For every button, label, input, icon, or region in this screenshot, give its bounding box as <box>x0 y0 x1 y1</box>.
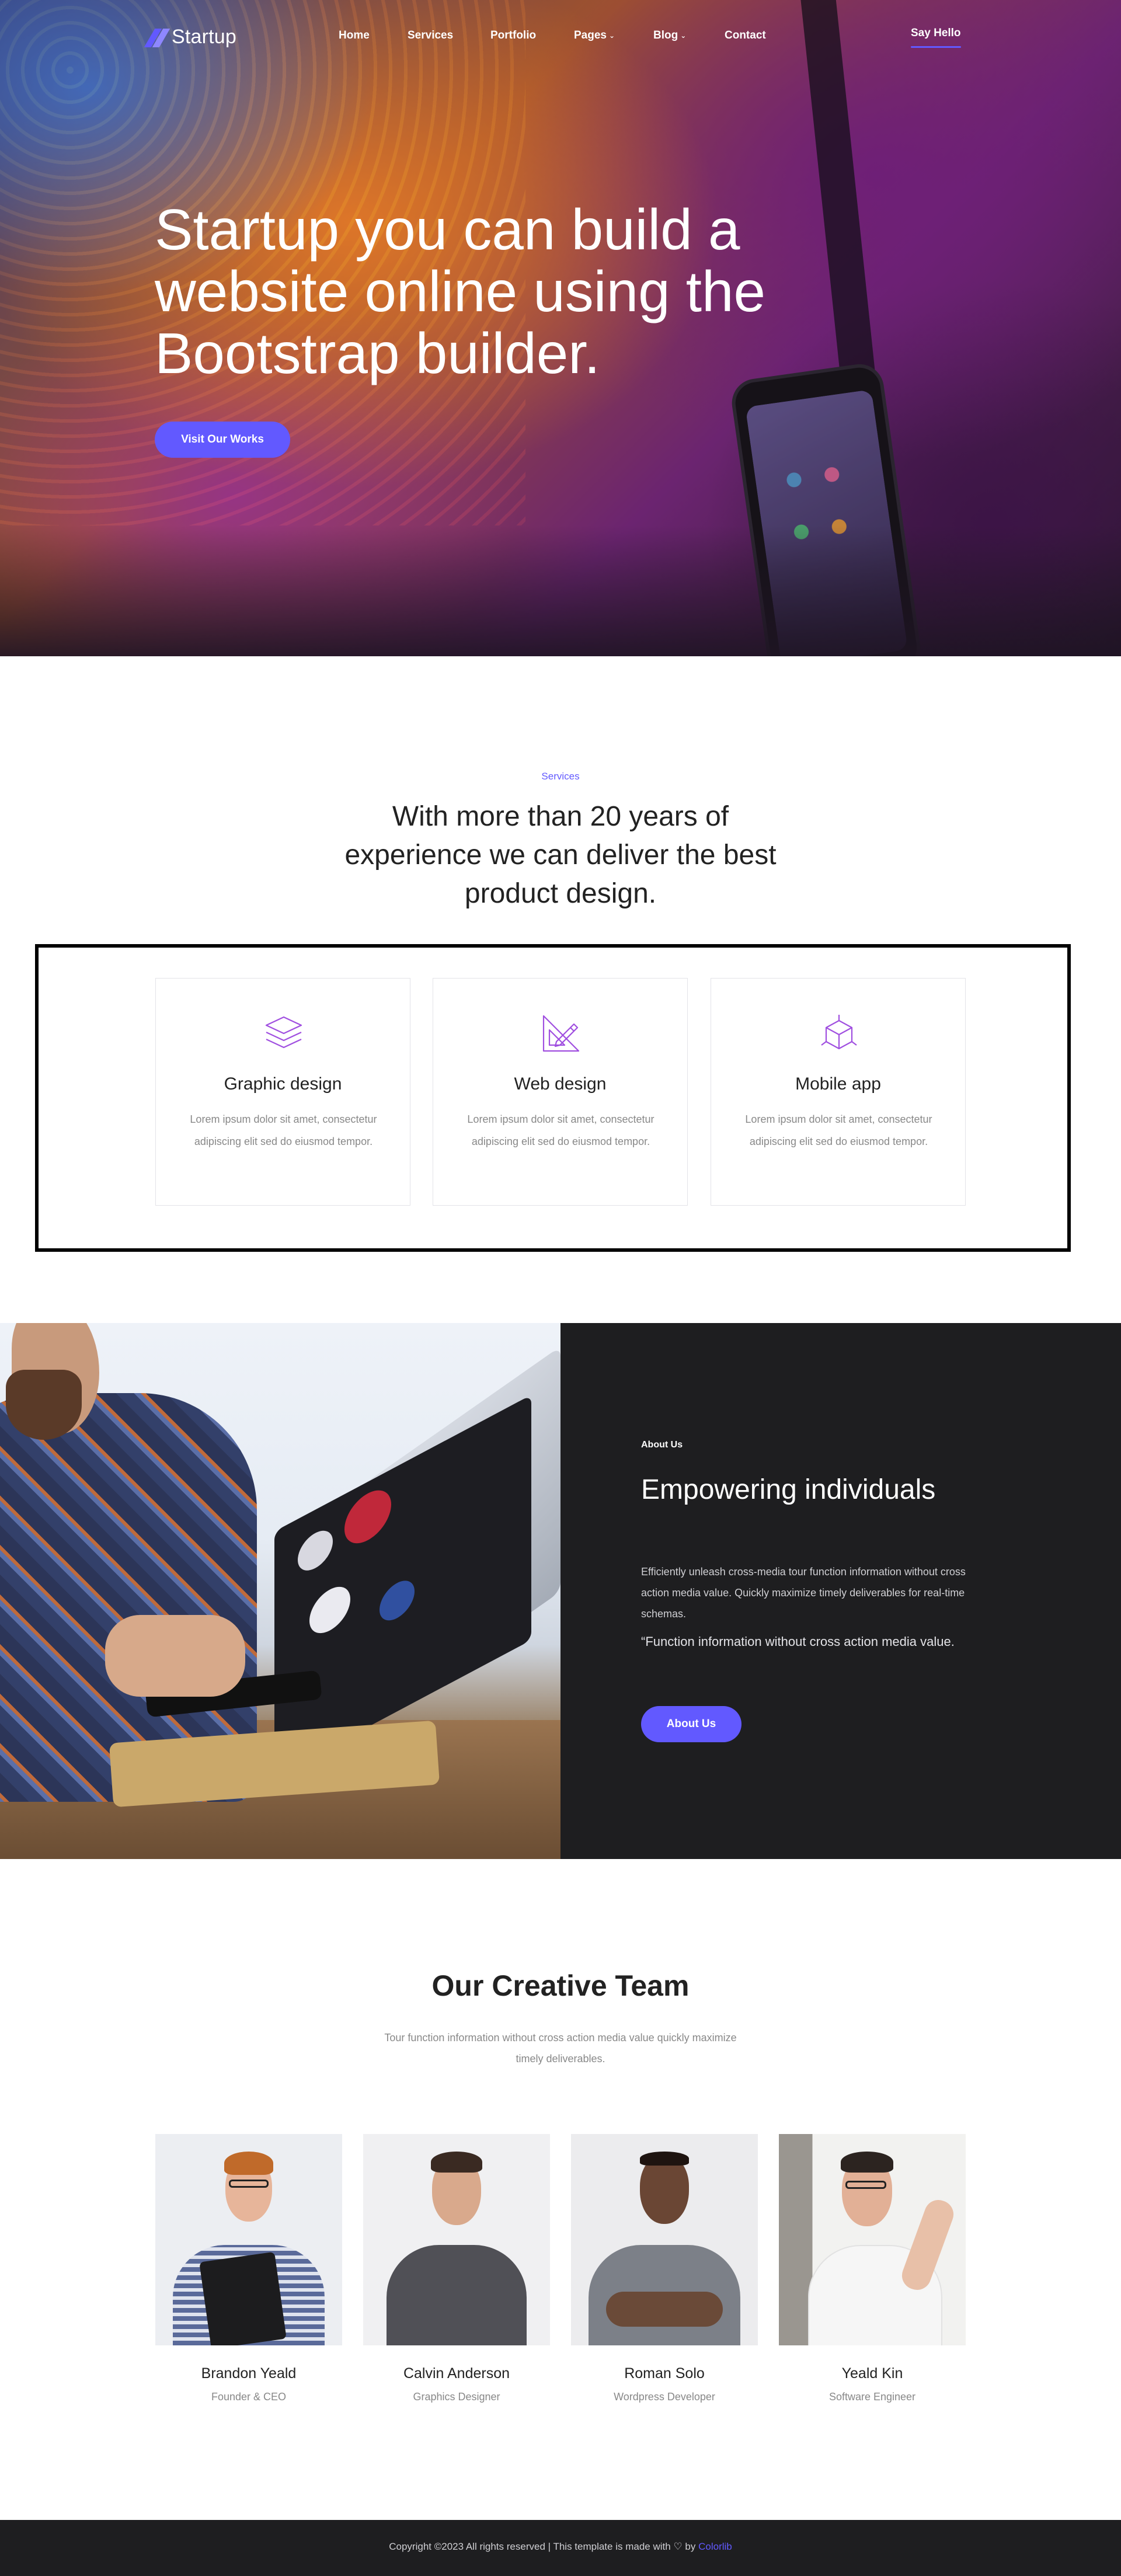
services-title: With more than 20 years of experience we… <box>344 801 777 909</box>
service-description: Lorem ipsum dolor sit amet, consectetur … <box>745 1113 932 1147</box>
top-navbar: Startup Home Services Portfolio Pages ⌄ B… <box>0 0 1121 76</box>
team-member-name: Brandon Yeald <box>201 2365 297 2382</box>
team-member-name: Roman Solo <box>624 2365 705 2382</box>
team-member-name: Yeald Kin <box>841 2365 903 2382</box>
team-member-name: Calvin Anderson <box>403 2365 510 2382</box>
team-member-role: Software Engineer <box>828 2391 916 2403</box>
about-title: Empowering individuals <box>641 1474 936 1505</box>
nav-item-services[interactable]: Services <box>408 29 490 42</box>
team-member-photo <box>363 2134 550 2345</box>
service-name: Web design <box>514 1074 607 1094</box>
brand-name: Startup <box>172 26 237 48</box>
main-menu: Home Services Portfolio Pages ⌄ Blog ⌄ Con… <box>339 29 795 42</box>
brand-logo[interactable]: Startup <box>144 26 237 48</box>
team-title: Our Creative Team <box>431 1969 690 2002</box>
footer: Copyright ©2023 All rights reserved | Th… <box>0 2520 1121 2576</box>
nav-item-home[interactable]: Home <box>339 29 408 42</box>
team-member-card: Brandon Yeald Founder & CEO <box>155 2134 342 2414</box>
service-name: Mobile app <box>795 1074 881 1094</box>
pencil-ruler-icon <box>542 1015 580 1052</box>
hero-section: Startup Home Services Portfolio Pages ⌄ B… <box>0 0 1121 656</box>
visit-our-works-button[interactable]: Visit Our Works <box>155 422 290 458</box>
chevron-down-icon: ⌄ <box>680 32 687 40</box>
service-description: Lorem ipsum dolor sit amet, consectetur … <box>467 1113 655 1147</box>
services-eyebrow: Services <box>541 771 580 782</box>
about-eyebrow: About Us <box>641 1440 683 1450</box>
team-member-photo <box>155 2134 342 2345</box>
team-member-photo <box>779 2134 966 2345</box>
logo-icon <box>144 28 170 47</box>
heart-icon: ♡ <box>673 2541 683 2552</box>
nav-item-pages[interactable]: Pages ⌄ <box>574 29 653 42</box>
copyright-text: Copyright ©2023 All rights reserved | Th… <box>389 2541 732 2552</box>
cube-icon <box>821 1015 857 1050</box>
team-member-role: Graphics Designer <box>413 2391 500 2403</box>
service-card-mobile-app: Mobile app Lorem ipsum dolor sit amet, c… <box>711 978 966 1206</box>
layers-icon <box>265 1016 302 1049</box>
hero-title: Startup you can build a website online u… <box>155 197 766 385</box>
about-photo <box>0 1323 560 1859</box>
about-description: Efficiently unleash cross-media tour fun… <box>641 1566 966 1620</box>
team-member-card: Roman Solo Wordpress Developer <box>571 2134 758 2414</box>
team-subtitle: Tour function information without cross … <box>384 2032 737 2065</box>
chevron-down-icon: ⌄ <box>608 32 615 40</box>
team-member-card: Calvin Anderson Graphics Designer <box>363 2134 550 2414</box>
team-member-card: Yeald Kin Software Engineer <box>779 2134 966 2414</box>
colorlib-link[interactable]: Colorlib <box>698 2541 732 2552</box>
say-hello-link[interactable]: Say Hello <box>911 27 961 48</box>
nav-item-blog[interactable]: Blog ⌄ <box>653 29 725 42</box>
service-name: Graphic design <box>224 1074 342 1094</box>
about-us-button[interactable]: About Us <box>641 1706 741 1742</box>
about-quote: “Function information without cross acti… <box>641 1634 955 1649</box>
team-member-role: Wordpress Developer <box>614 2391 715 2403</box>
nav-item-portfolio[interactable]: Portfolio <box>490 29 574 42</box>
team-member-role: Founder & CEO <box>211 2391 287 2403</box>
service-card-web-design: Web design Lorem ipsum dolor sit amet, c… <box>433 978 688 1206</box>
nav-item-contact[interactable]: Contact <box>725 29 795 42</box>
service-description: Lorem ipsum dolor sit amet, consectetur … <box>190 1113 377 1147</box>
team-member-photo <box>571 2134 758 2345</box>
about-section: About Us Empowering individuals Efficien… <box>560 1323 1121 1859</box>
service-card-graphic-design: Graphic design Lorem ipsum dolor sit ame… <box>155 978 410 1206</box>
